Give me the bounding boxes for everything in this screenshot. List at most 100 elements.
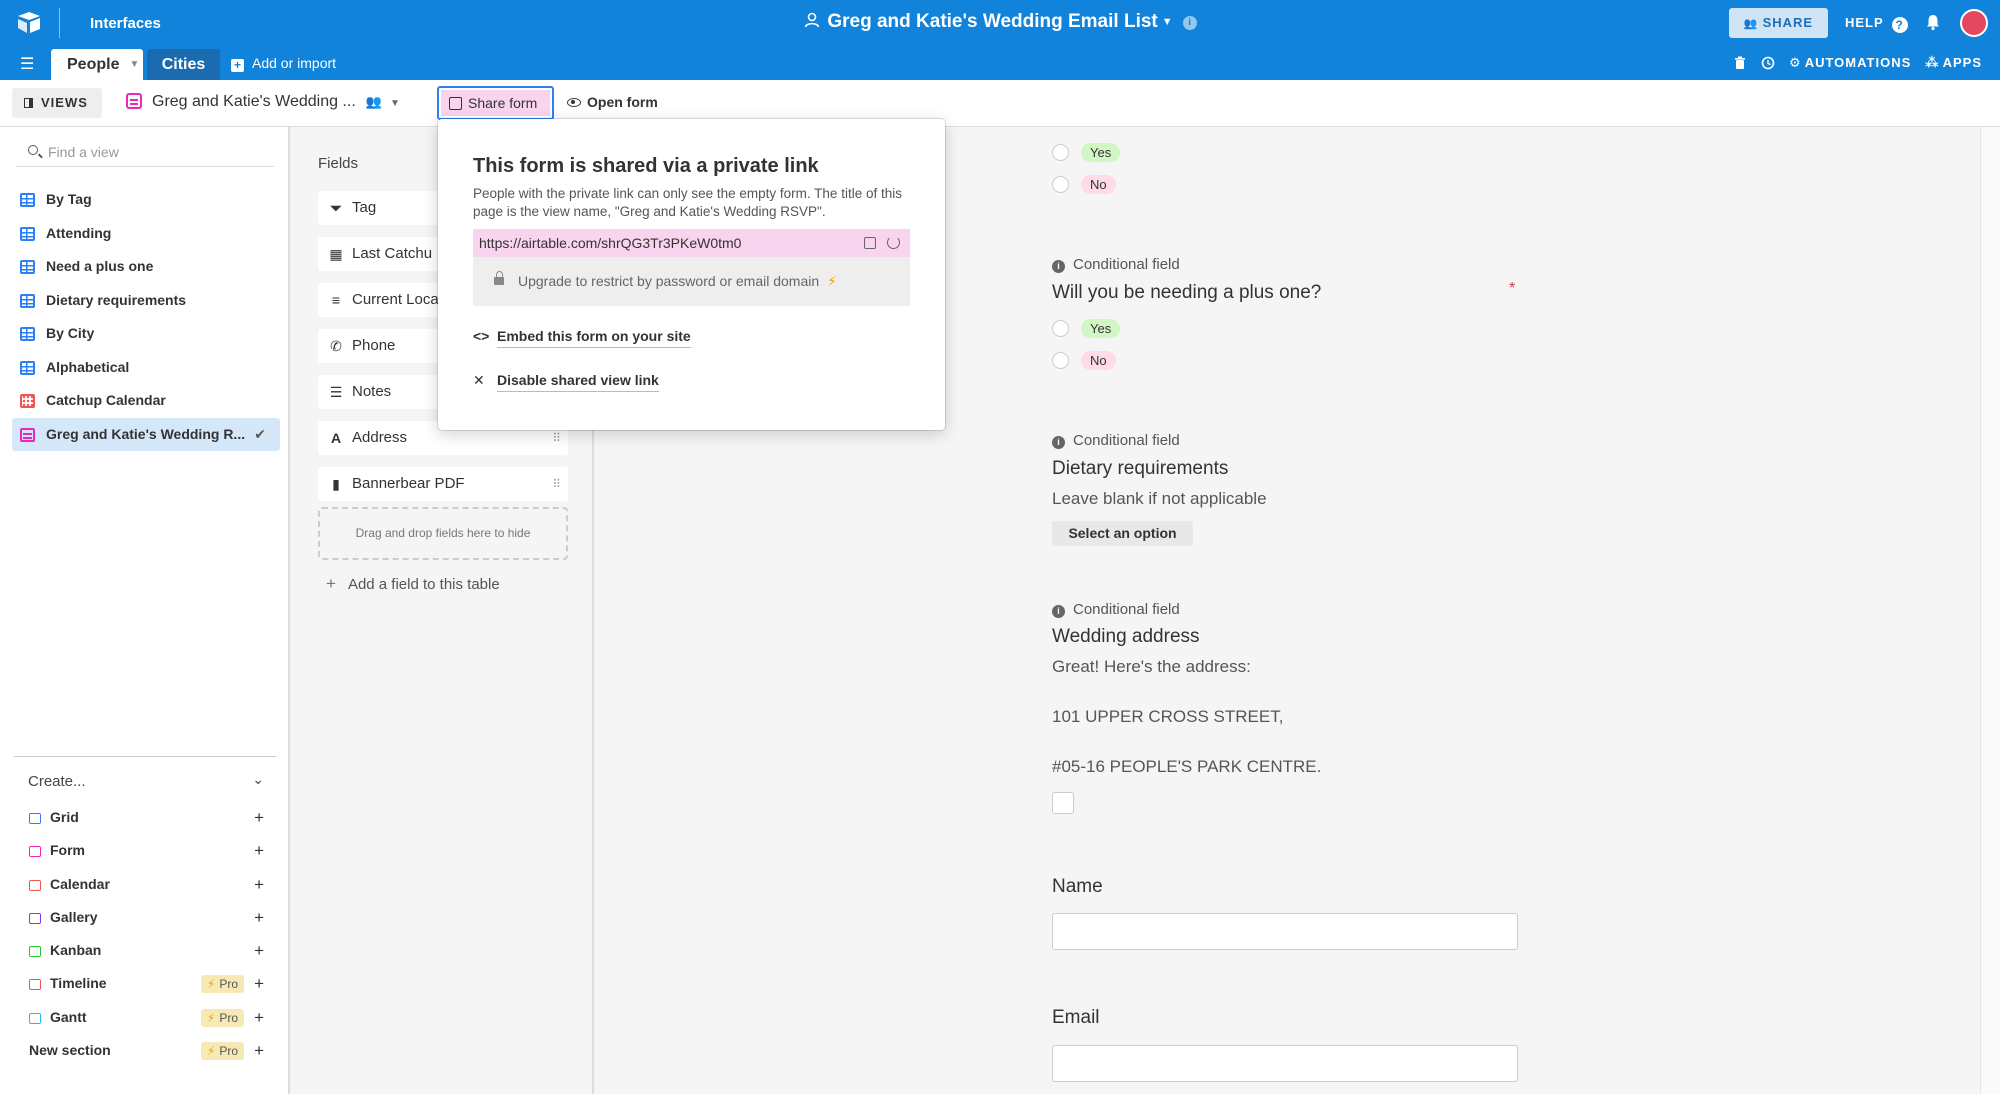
create-grid[interactable]: Grid + [28,801,268,834]
current-view-selector[interactable]: Greg and Katie's Wedding ... 👥 ▼ [126,93,400,111]
hidden-fields-drop-zone[interactable]: Drag and drop fields here to hide [318,507,568,560]
menu-hamburger-icon[interactable]: ☰ [20,57,36,73]
share-form-button[interactable]: Share form [437,86,554,120]
history-icon[interactable] [1761,56,1775,70]
collaborative-view-icon: 👥 [365,94,382,109]
base-title[interactable]: Greg and Katie's Wedding Email List ▼ i [0,11,2000,33]
name-input[interactable] [1052,913,1518,950]
notifications-bell-icon[interactable] [1924,13,1942,31]
sidebar-toggle-icon [24,98,33,108]
popover-description: People with the private link can only se… [473,186,902,219]
create-new-section[interactable]: New section ⚡ Pro + [28,1034,268,1067]
share-link-url: https://airtable.com/shrQG3Tr3PKeW0tm0 [479,235,742,251]
address-checkbox[interactable] [1052,792,1074,814]
plus-icon[interactable]: + [254,1001,264,1034]
code-brackets-icon: <> [473,328,490,344]
regenerate-link-icon[interactable] [887,236,900,249]
pro-badge: ⚡ Pro [200,1042,244,1061]
radio-no-1[interactable] [1052,176,1069,193]
view-label: Need a plus one [46,258,154,274]
tab-people-caret-icon[interactable]: ▼ [129,59,139,70]
field-bannerbear-pdf[interactable]: ▮ Bannerbear PDF ⠿ [318,467,568,501]
sidebar-item-need-a-plus-one[interactable]: Need a plus one [12,250,280,284]
bolt-icon: ⚡ [206,1010,216,1025]
sidebar-item-by-tag[interactable]: By Tag [12,183,280,217]
radio-yes-1[interactable] [1052,144,1069,161]
grid-icon [20,226,35,241]
apps-button[interactable]: ⁂ APPS [1925,55,1982,71]
grid-icon [20,327,35,341]
create-gantt[interactable]: Gantt ⚡ Pro + [28,1001,268,1034]
create-item-label: Calendar [50,875,110,892]
view-label: Attending [46,224,112,241]
views-toggle-button[interactable]: VIEWS [12,88,102,118]
address-line-2: 101 UPPER CROSS STREET, [1052,707,1284,726]
gantt-icon [29,1012,41,1024]
address-line-3: #05-16 PEOPLE'S PARK CENTRE. [1052,757,1322,776]
add-field-label: Add a field to this table [347,576,500,593]
create-section-toggle[interactable]: Create... ⌄ [28,771,264,790]
view-caret-icon[interactable]: ▼ [390,98,400,109]
base-title-caret-icon[interactable]: ▼ [1162,16,1173,28]
upgrade-restrict-banner[interactable]: Upgrade to restrict by password or email… [473,257,910,306]
select-option-dropdown[interactable]: Select an option [1052,521,1193,546]
sidebar-item-by-city[interactable]: By City [12,317,280,351]
no-pill: No [1081,351,1116,370]
views-label: VIEWS [41,95,88,110]
plus-icon[interactable]: + [254,834,264,867]
plus-icon[interactable]: + [254,934,264,967]
plus-icon[interactable]: + [254,967,264,1000]
sidebar-item-catchup-calendar[interactable]: Catchup Calendar [12,384,280,418]
option-no-2[interactable]: No [1052,351,1116,370]
create-timeline[interactable]: Timeline ⚡ Pro + [28,967,268,1000]
fields-heading: Fields [318,155,359,172]
plus-icon[interactable]: + [254,901,264,934]
tab-cities[interactable]: Cities [147,49,220,80]
disable-shared-link-button[interactable]: ✕ Disable shared view link [473,372,659,392]
plus-icon[interactable]: + [254,801,264,834]
dietary-description: Leave blank if not applicable [1052,489,1267,508]
user-avatar[interactable] [1960,9,1988,37]
create-form[interactable]: Form + [28,834,268,867]
embed-form-button[interactable]: <> Embed this form on your site [473,328,691,348]
create-gallery[interactable]: Gallery + [28,901,268,934]
trash-icon[interactable] [1733,56,1747,70]
dietary-question: Dietary requirements [1052,458,1229,479]
tab-people[interactable]: People ▼ [51,49,143,80]
apps-label: APPS [1942,55,1982,70]
option-yes-1[interactable]: Yes [1052,143,1121,162]
sidebar-item-alphabetical[interactable]: Alphabetical [12,351,280,385]
create-item-label: Timeline [50,975,107,992]
email-input[interactable] [1052,1045,1518,1082]
base-info-icon[interactable]: i [1182,16,1197,30]
open-link-external-icon[interactable] [864,237,876,249]
plus-icon[interactable]: + [254,1034,264,1067]
add-field-button[interactable]: + Add a field to this table [326,574,500,594]
conditional-label-1: i Conditional field [1052,256,1180,273]
plus-icon: + [326,574,336,593]
help-button[interactable]: HELP? [1845,15,1908,33]
plus-icon[interactable]: + [254,868,264,901]
option-no-1[interactable]: No [1052,175,1116,194]
no-pill: No [1081,175,1116,194]
automations-button[interactable]: ⚙ AUTOMATIONS [1789,55,1911,71]
create-calendar[interactable]: Calendar + [28,868,268,901]
create-divider [14,756,276,757]
find-view-input[interactable]: Find a view [16,137,274,167]
radio-no-2[interactable] [1052,352,1069,369]
form-view-icon [126,93,142,109]
open-form-button[interactable]: Open form [567,94,658,110]
share-form-inner: Share form [441,90,550,116]
form-scrollbar[interactable] [1980,127,2000,1094]
sidebar-item-dietary-requirements[interactable]: Dietary requirements [12,284,280,318]
sidebar-item-attending[interactable]: Attending [12,217,280,251]
radio-yes-2[interactable] [1052,320,1069,337]
share-link-field[interactable]: https://airtable.com/shrQG3Tr3PKeW0tm0 [473,229,910,257]
option-yes-2[interactable]: Yes [1052,319,1121,338]
sidebar-item-wedding-rsvp[interactable]: Greg and Katie's Wedding R... ✔ [12,417,280,451]
share-button[interactable]: 👥 SHARE [1729,8,1828,38]
add-or-import-button[interactable]: + Add or import [231,55,336,72]
create-kanban[interactable]: Kanban + [28,934,268,967]
drag-handle-icon[interactable]: ⠿ [552,467,561,501]
field-label: Notes [352,383,392,400]
